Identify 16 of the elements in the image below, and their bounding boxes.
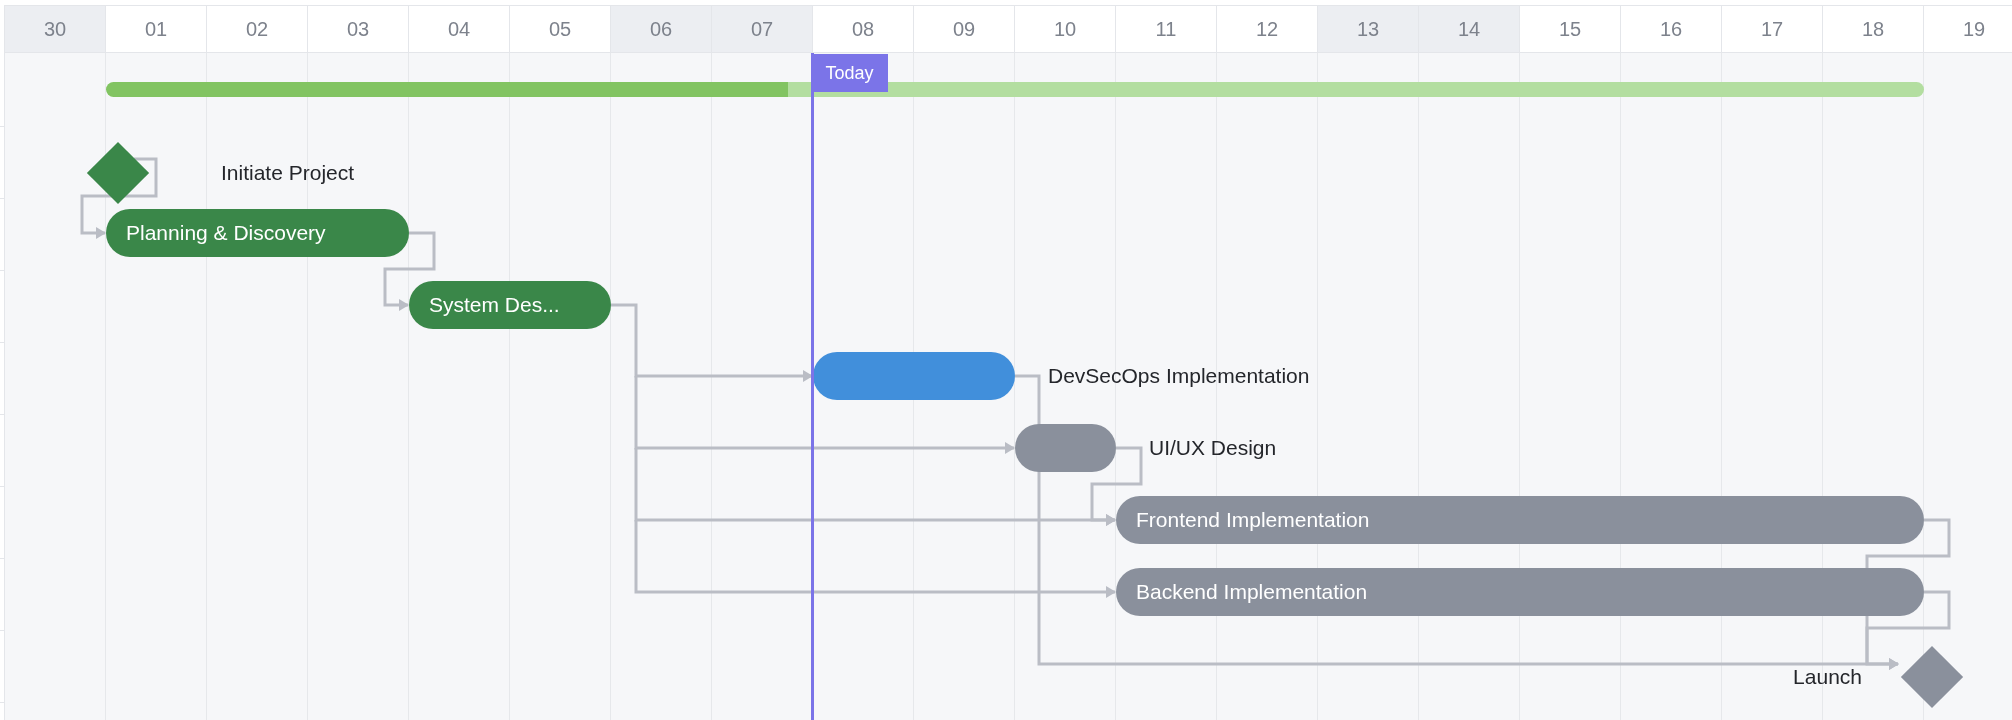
task-label: DevSecOps Implementation [1048,363,1310,389]
task-bar[interactable]: Planning & Discovery [106,209,409,257]
today-label: Today [811,54,888,92]
task-label: UI/UX Design [1149,435,1277,461]
day-header: 14 [1419,6,1520,52]
day-header: 13 [1318,6,1419,52]
milestone-label: Launch [1793,664,1862,690]
day-header: 07 [712,6,813,52]
task-bar[interactable] [813,352,1015,400]
task-bar[interactable]: System Des... [409,281,611,329]
task-bar[interactable]: Backend Implementation [1116,568,1924,616]
day-header: 06 [611,6,712,52]
milestone-label: Initiate Project [221,160,355,186]
day-header: 30 [5,6,106,52]
task-bar[interactable]: Frontend Implementation [1116,496,1924,544]
task-bar[interactable] [1015,424,1116,472]
